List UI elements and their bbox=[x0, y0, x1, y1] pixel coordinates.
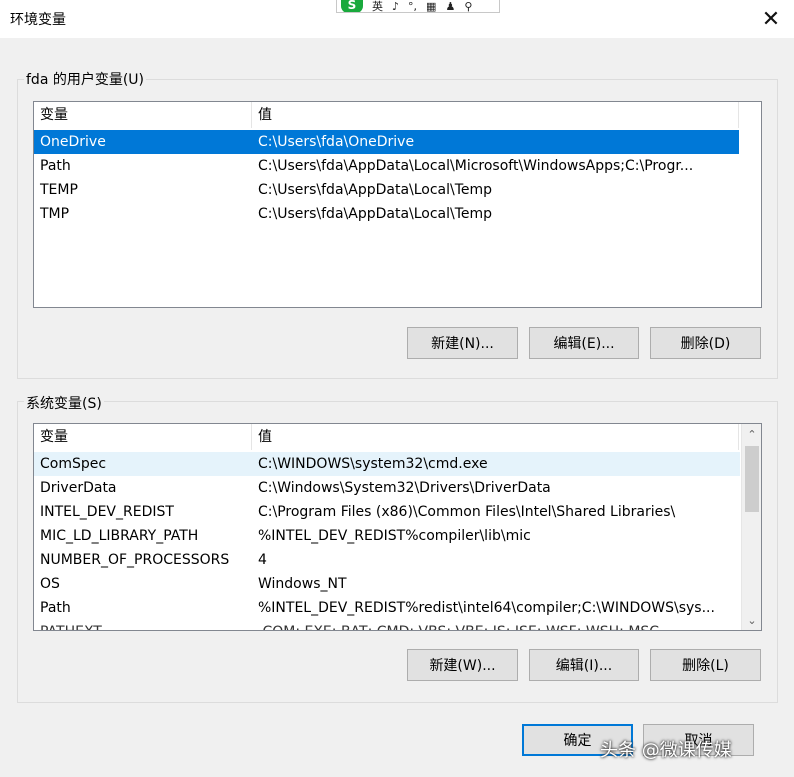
column-header-value[interactable]: 值 bbox=[252, 424, 739, 450]
table-row[interactable]: MIC_LD_LIBRARY_PATH %INTEL_DEV_REDIST%co… bbox=[34, 524, 740, 548]
table-row[interactable]: TEMP C:\Users\fda\AppData\Local\Temp bbox=[34, 178, 739, 202]
variable-name: OneDrive bbox=[40, 134, 106, 150]
variable-name: MIC_LD_LIBRARY_PATH bbox=[40, 528, 199, 544]
user-variables-list[interactable]: 变量 值 OneDrive C:\Users\fda\OneDrive Path… bbox=[33, 101, 762, 308]
ime-skin-icon[interactable]: ♟ bbox=[445, 1, 455, 12]
table-row[interactable]: Path C:\Users\fda\AppData\Local\Microsof… bbox=[34, 154, 739, 178]
variable-value: .COM;.EXE;.BAT;.CMD;.VBS;.VBE;.JS;.JSE;.… bbox=[252, 620, 740, 630]
variable-name: INTEL_DEV_REDIST bbox=[40, 504, 174, 520]
column-header-value[interactable]: 值 bbox=[252, 102, 739, 128]
variable-value: C:\Windows\System32\Drivers\DriverData bbox=[258, 480, 551, 496]
variable-value: %INTEL_DEV_REDIST%redist\intel64\compile… bbox=[258, 600, 715, 616]
table-row[interactable]: ComSpec C:\WINDOWS\system32\cmd.exe bbox=[34, 452, 740, 476]
variable-name: Path bbox=[40, 158, 71, 174]
variable-value: C:\Program Files (x86)\Common Files\Inte… bbox=[258, 504, 676, 520]
system-list-scrollbar[interactable]: ⌃ ⌄ bbox=[741, 424, 761, 630]
table-row[interactable]: DriverData C:\Windows\System32\Drivers\D… bbox=[34, 476, 740, 500]
variable-name: NUMBER_OF_PROCESSORS bbox=[40, 552, 230, 568]
watermark-text: 头条 @微课传媒 bbox=[600, 740, 732, 761]
table-row[interactable]: PATHEXT .COM;.EXE;.BAT;.CMD;.VBS;.VBE;.J… bbox=[34, 620, 740, 630]
user-new-button[interactable]: 新建(N)... bbox=[407, 327, 518, 359]
close-icon: ✕ bbox=[761, 6, 781, 32]
list-header: 变量 值 bbox=[34, 424, 739, 450]
system-delete-button[interactable]: 删除(L) bbox=[650, 649, 761, 681]
variable-value: C:\Users\fda\AppData\Local\Temp bbox=[258, 182, 493, 198]
table-row[interactable]: NUMBER_OF_PROCESSORS 4 bbox=[34, 548, 740, 572]
variable-value: C:\WINDOWS\system32\cmd.exe bbox=[258, 456, 488, 472]
variable-value: C:\Users\fda\OneDrive bbox=[258, 134, 415, 150]
scrollbar-thumb[interactable] bbox=[745, 446, 759, 512]
system-variables-list[interactable]: 变量 值 ComSpec C:\WINDOWS\system32\cmd.exe… bbox=[33, 423, 762, 631]
ime-toolbar[interactable]: S 英 ♪ °, ▦ ♟ ⚲ bbox=[336, 0, 500, 13]
column-header-variable[interactable]: 变量 bbox=[34, 424, 252, 450]
ime-tools-icon[interactable]: ⚲ bbox=[464, 1, 472, 12]
variable-name: OS bbox=[40, 576, 60, 592]
user-edit-button[interactable]: 编辑(E)... bbox=[529, 327, 639, 359]
ime-language-toggle[interactable]: 英 bbox=[372, 1, 383, 12]
table-row[interactable]: Path %INTEL_DEV_REDIST%redist\intel64\co… bbox=[34, 596, 740, 620]
ime-moon-icon[interactable]: ♪ bbox=[392, 1, 399, 12]
variable-value: C:\Users\fda\AppData\Local\Microsoft\Win… bbox=[258, 158, 694, 174]
table-row[interactable]: TMP C:\Users\fda\AppData\Local\Temp bbox=[34, 202, 739, 226]
ime-logo-icon[interactable]: S bbox=[341, 0, 363, 12]
scroll-down-icon[interactable]: ⌄ bbox=[742, 610, 761, 630]
variable-value: Windows_NT bbox=[258, 576, 347, 592]
ime-punctuation-icon[interactable]: °, bbox=[408, 1, 417, 12]
ime-keyboard-icon[interactable]: ▦ bbox=[426, 1, 436, 12]
variable-name: TMP bbox=[40, 206, 70, 222]
system-variables-label: 系统变量(S) bbox=[24, 393, 104, 413]
scroll-up-icon[interactable]: ⌃ bbox=[742, 424, 761, 444]
variable-name: TEMP bbox=[40, 182, 78, 198]
table-row[interactable]: OS Windows_NT bbox=[34, 572, 740, 596]
variable-name: DriverData bbox=[40, 480, 117, 496]
variable-value: C:\Users\fda\AppData\Local\Temp bbox=[258, 206, 493, 222]
variable-value: 4 bbox=[258, 552, 267, 568]
table-row[interactable]: OneDrive C:\Users\fda\OneDrive bbox=[34, 130, 739, 154]
column-header-variable[interactable]: 变量 bbox=[34, 102, 252, 128]
variable-name: ComSpec bbox=[40, 456, 107, 472]
table-row[interactable]: INTEL_DEV_REDIST C:\Program Files (x86)\… bbox=[34, 500, 740, 524]
title-bar: 环境变量 S 英 ♪ °, ▦ ♟ ⚲ ✕ bbox=[0, 0, 794, 38]
list-header: 变量 值 bbox=[34, 102, 739, 128]
variable-name: Path bbox=[40, 600, 71, 616]
window-title: 环境变量 bbox=[10, 12, 66, 28]
system-new-button[interactable]: 新建(W)... bbox=[407, 649, 518, 681]
close-button[interactable]: ✕ bbox=[748, 0, 794, 38]
user-delete-button[interactable]: 删除(D) bbox=[650, 327, 761, 359]
variable-name: PATHEXT bbox=[34, 620, 252, 630]
user-variables-label: fda 的用户变量(U) bbox=[24, 69, 147, 89]
variable-value: %INTEL_DEV_REDIST%compiler\lib\mic bbox=[258, 528, 531, 544]
system-edit-button[interactable]: 编辑(I)... bbox=[529, 649, 639, 681]
